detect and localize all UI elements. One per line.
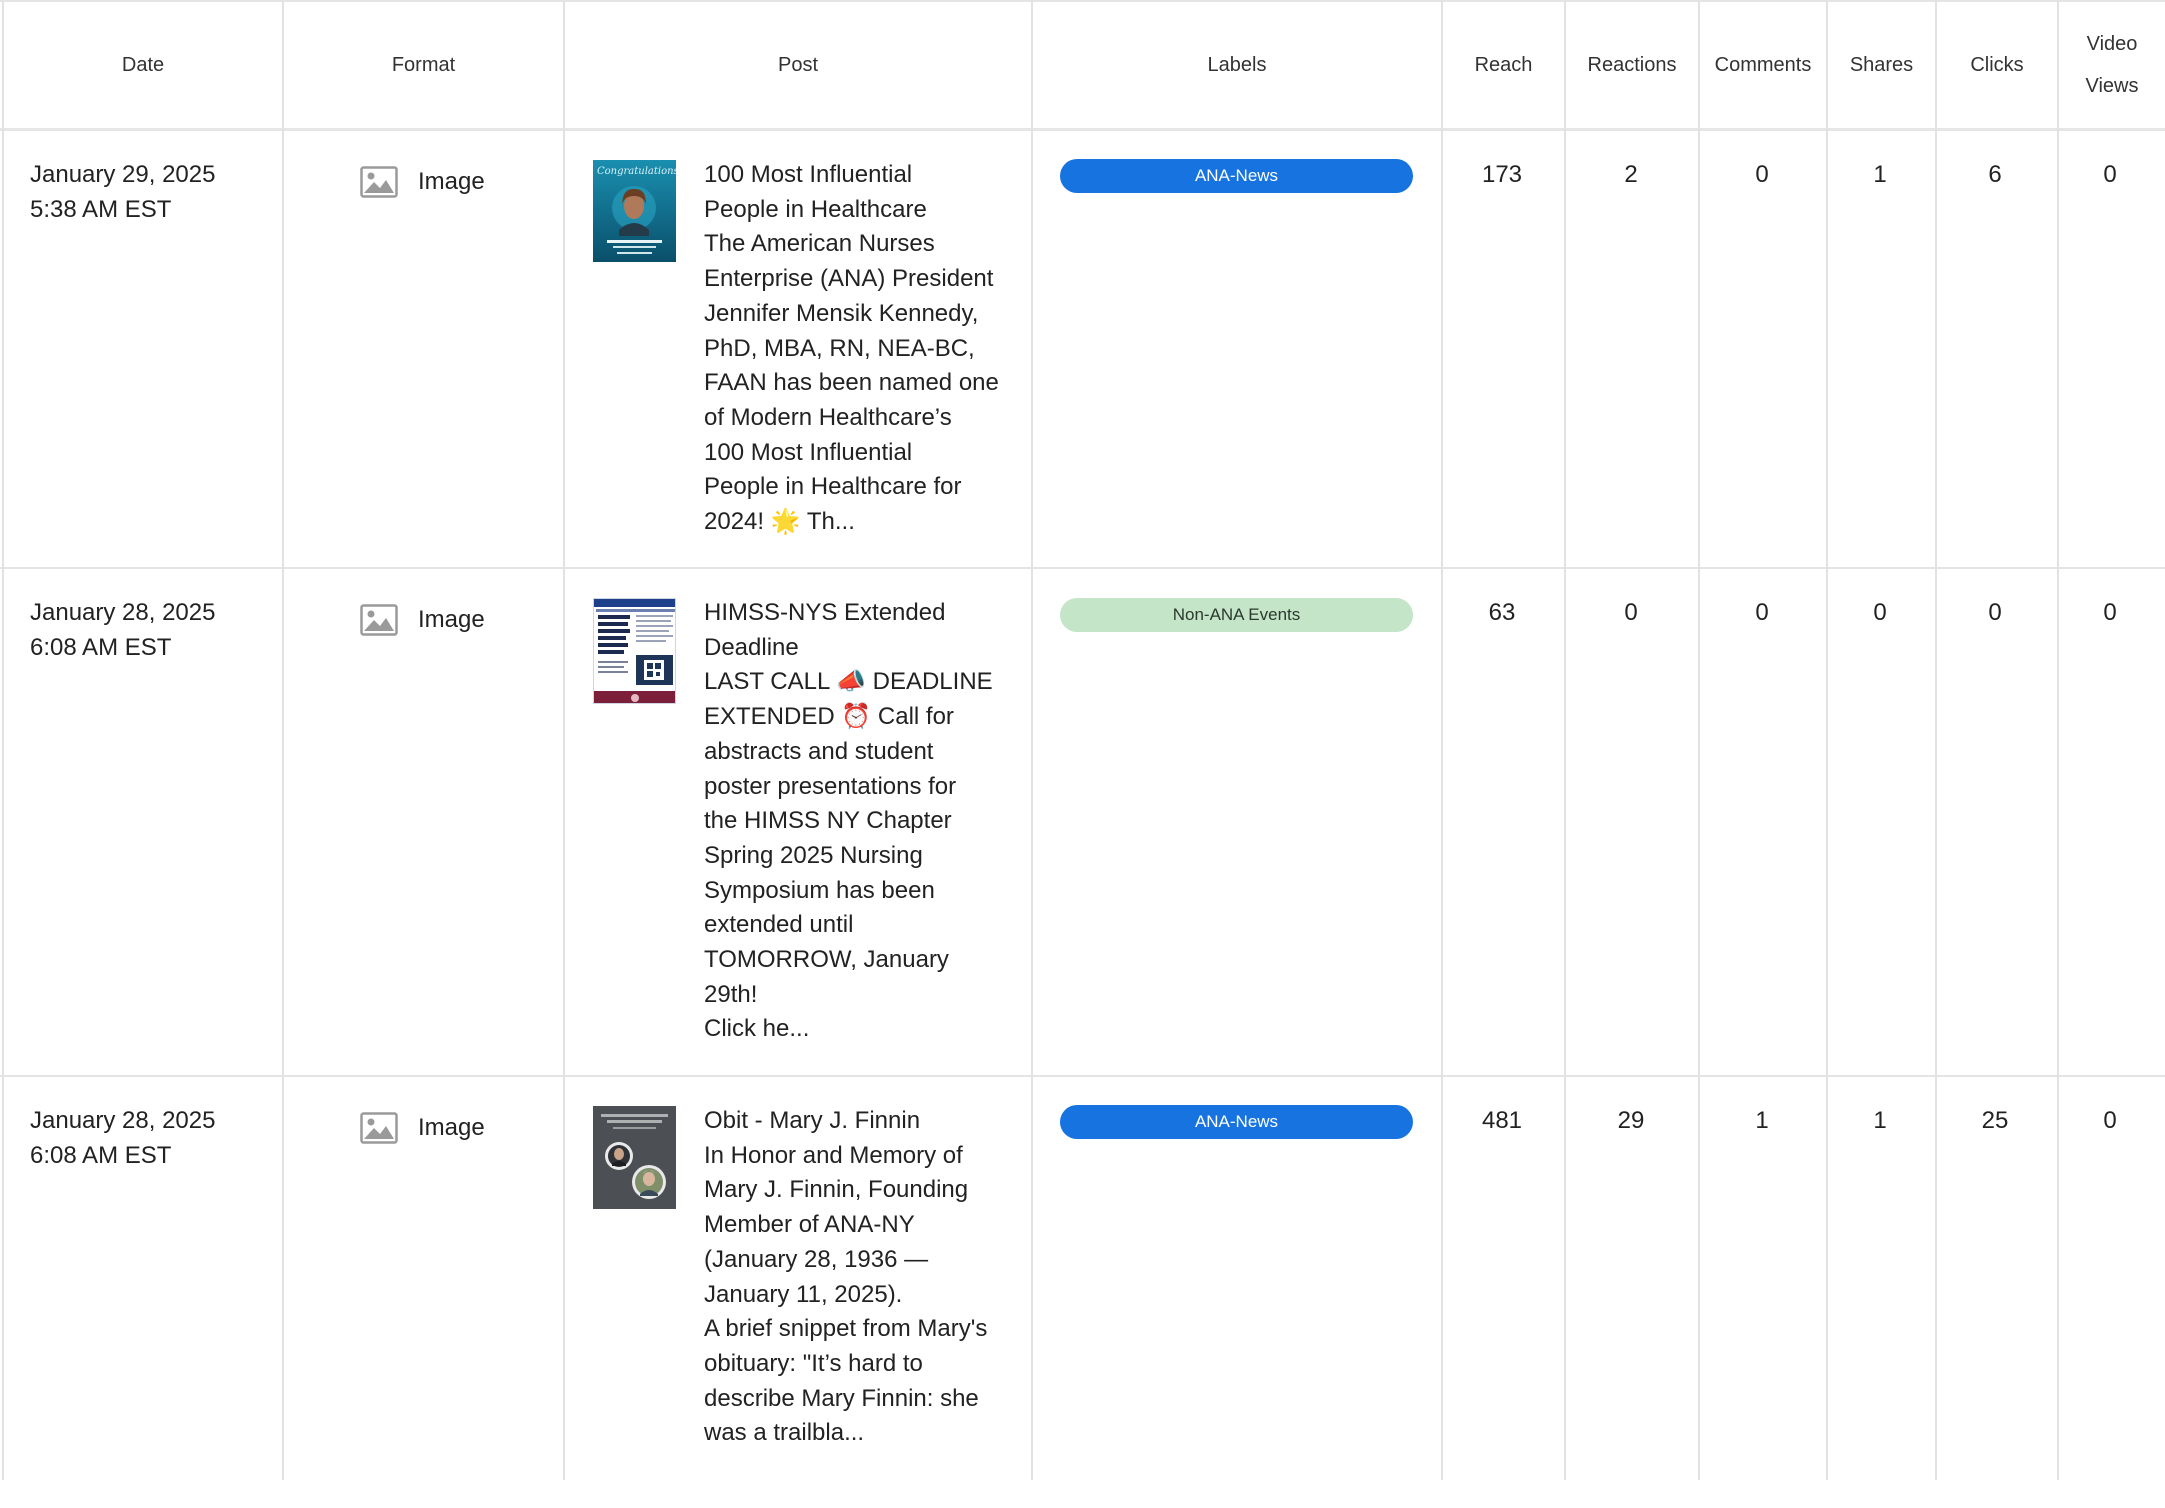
post-thumbnail[interactable] bbox=[593, 598, 676, 704]
column-header-shares[interactable]: Shares bbox=[1828, 0, 1935, 130]
column-header-post[interactable]: Post bbox=[565, 0, 1031, 130]
column-header-date[interactable]: Date bbox=[4, 0, 282, 130]
table-grid bbox=[0, 0, 2165, 1508]
column-divider bbox=[2, 0, 4, 1480]
label-badge[interactable]: ANA-News bbox=[1060, 1105, 1413, 1139]
reactions-value: 0 bbox=[1624, 599, 1638, 626]
post-date: January 29, 2025 bbox=[30, 161, 216, 188]
format-label: Image bbox=[418, 605, 485, 633]
reach-value: 481 bbox=[1481, 1107, 1523, 1134]
column-divider bbox=[1826, 0, 1828, 1480]
shares-value: 1 bbox=[1873, 1107, 1887, 1134]
column-header-format[interactable]: Format bbox=[284, 0, 563, 130]
column-header-clicks[interactable]: Clicks bbox=[1937, 0, 2057, 130]
shares-value: 1 bbox=[1873, 161, 1887, 188]
comments-value: 0 bbox=[1755, 161, 1769, 188]
post-thumbnail[interactable]: Congratulations! bbox=[593, 160, 676, 262]
row-date: January 28, 2025 6:08 AM EST bbox=[30, 1104, 280, 1173]
column-divider bbox=[1564, 0, 1566, 1480]
comments-value: 1 bbox=[1755, 1107, 1769, 1134]
column-header-comments[interactable]: Comments bbox=[1700, 0, 1826, 130]
video-views-value: 0 bbox=[2103, 161, 2117, 188]
symposium-flyer-icon bbox=[594, 599, 675, 703]
column-divider bbox=[1441, 0, 1443, 1480]
comments-value: 0 bbox=[1755, 599, 1769, 626]
format-label: Image bbox=[418, 167, 485, 195]
post-time: 6:08 AM EST bbox=[30, 1141, 172, 1169]
column-header-video-views[interactable]: Video Views bbox=[2059, 0, 2165, 130]
format-label: Image bbox=[418, 1113, 485, 1141]
shares-value: 0 bbox=[1873, 599, 1887, 626]
column-divider bbox=[1935, 0, 1937, 1480]
row-date: January 28, 2025 6:08 AM EST bbox=[30, 596, 280, 665]
column-divider bbox=[282, 0, 284, 1480]
post-text[interactable]: 100 Most Influential People in Healthcar… bbox=[704, 158, 1014, 540]
reactions-value: 29 bbox=[1617, 1107, 1645, 1134]
post-text[interactable]: Obit - Mary J. Finnin In Honor and Memor… bbox=[704, 1104, 1014, 1451]
format-cell: Image bbox=[360, 600, 485, 640]
clicks-value: 6 bbox=[1988, 161, 2002, 188]
memorial-graphic-icon bbox=[593, 1106, 676, 1209]
column-header-video-views-line1: Video bbox=[2086, 33, 2138, 55]
post-date: January 28, 2025 bbox=[30, 1107, 216, 1134]
image-icon bbox=[360, 166, 398, 198]
label-badge[interactable]: Non-ANA Events bbox=[1060, 598, 1413, 632]
image-icon bbox=[360, 1112, 398, 1144]
format-cell: Image bbox=[360, 162, 485, 202]
video-views-value: 0 bbox=[2103, 599, 2117, 626]
column-header-reactions[interactable]: Reactions bbox=[1566, 0, 1698, 130]
column-divider bbox=[1031, 0, 1033, 1480]
label-badge[interactable]: ANA-News bbox=[1060, 159, 1413, 193]
post-date: January 28, 2025 bbox=[30, 599, 216, 626]
row-divider bbox=[0, 567, 2165, 569]
reactions-value: 2 bbox=[1624, 161, 1638, 188]
post-thumbnail[interactable] bbox=[593, 1106, 676, 1209]
post-time: 6:08 AM EST bbox=[30, 633, 172, 661]
row-divider bbox=[0, 1075, 2165, 1077]
clicks-value: 25 bbox=[1981, 1107, 2009, 1134]
reach-value: 173 bbox=[1481, 161, 1523, 188]
image-icon bbox=[360, 604, 398, 636]
row-date: January 29, 2025 5:38 AM EST bbox=[30, 158, 280, 227]
column-divider bbox=[1698, 0, 1700, 1480]
post-text[interactable]: HIMSS-NYS Extended Deadline LAST CALL 📣 … bbox=[704, 596, 1014, 1047]
column-header-reach[interactable]: Reach bbox=[1443, 0, 1564, 130]
thumbnail-caption: Congratulations! bbox=[597, 166, 676, 177]
clicks-value: 0 bbox=[1988, 599, 2002, 626]
column-divider bbox=[563, 0, 565, 1480]
format-cell: Image bbox=[360, 1108, 485, 1148]
column-header-video-views-line2: Views bbox=[2085, 75, 2139, 97]
column-divider bbox=[2057, 0, 2059, 1480]
post-time: 5:38 AM EST bbox=[30, 195, 172, 223]
reach-value: 63 bbox=[1488, 599, 1516, 626]
video-views-value: 0 bbox=[2103, 1107, 2117, 1134]
column-header-labels[interactable]: Labels bbox=[1033, 0, 1441, 130]
